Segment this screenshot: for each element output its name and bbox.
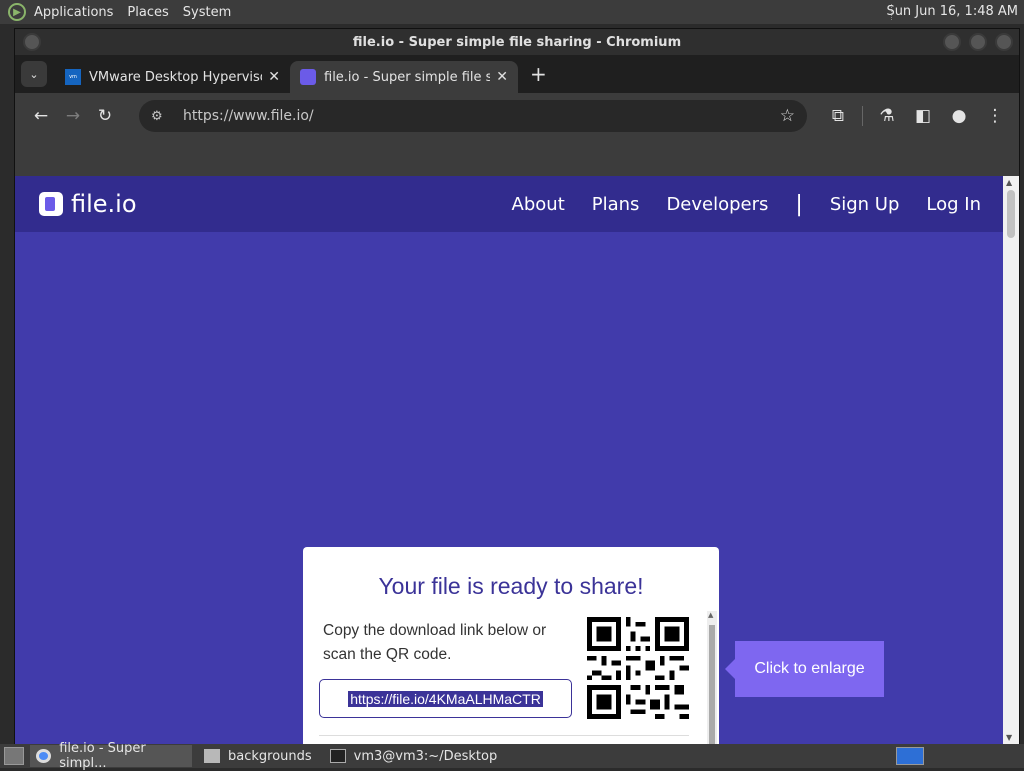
toolbar-separator: [862, 106, 863, 126]
side-panel-icon: ◧: [914, 106, 932, 126]
kebab-menu-icon: ⋮: [986, 106, 1004, 126]
url-text[interactable]: https://www.file.io/: [183, 108, 780, 124]
share-heading: Your file is ready to share!: [378, 573, 644, 599]
card-scroll-thumb[interactable]: [709, 625, 715, 744]
nav-log-in[interactable]: Log In: [926, 194, 981, 215]
window-titlebar[interactable]: file.io - Super simple file sharing - Ch…: [15, 29, 1019, 55]
task-label: vm3@vm3:~/Desktop: [353, 748, 498, 764]
flask-icon: ⚗: [879, 106, 895, 126]
arrow-left-icon: ←: [33, 106, 49, 126]
vmware-favicon-icon: vm: [65, 69, 81, 85]
nav-plans[interactable]: Plans: [592, 194, 640, 215]
scroll-up-icon[interactable]: ▲: [708, 611, 713, 619]
task-label: file.io - Super simpl...: [59, 741, 146, 771]
nav-divider: |: [795, 191, 803, 217]
address-bar[interactable]: ⚙ https://www.file.io/ ☆: [139, 100, 807, 132]
qr-code[interactable]: [587, 617, 689, 719]
forward-button[interactable]: →: [57, 100, 89, 132]
tray-chromium-icon[interactable]: [896, 747, 924, 765]
os-logo-icon[interactable]: ▶: [8, 3, 26, 21]
avatar-icon: ●: [951, 106, 967, 126]
window-title: file.io - Super simple file sharing - Ch…: [352, 34, 682, 50]
page-scrollbar[interactable]: ▲ ▼: [1003, 176, 1019, 744]
download-link-field[interactable]: https://file.io/4KMaALHMaCTR: [319, 679, 572, 718]
nav-sign-up[interactable]: Sign Up: [830, 194, 900, 215]
minimize-button[interactable]: [943, 33, 961, 51]
labs-button[interactable]: ⚗: [871, 100, 903, 132]
window-menu-button[interactable]: [23, 33, 41, 51]
browser-window: file.io - Super simple file sharing - Ch…: [14, 28, 1020, 744]
tab-fileio[interactable]: file.io - Super simple file sha ✕: [290, 61, 518, 93]
site-settings-icon[interactable]: ⚙: [151, 109, 173, 124]
terminal-icon: [329, 749, 346, 763]
page-viewport: file.io About Plans Developers | Sign Up…: [15, 176, 1005, 744]
puzzle-icon: ⧉: [831, 106, 845, 126]
show-desktop-button[interactable]: [4, 747, 24, 765]
tab-strip: ⌄ vm VMware Desktop Hypervisor ✕ file.io…: [15, 55, 1019, 93]
taskbar-item-backgrounds[interactable]: backgrounds: [198, 745, 318, 767]
new-tab-button[interactable]: +: [530, 62, 547, 86]
card-scrollbar[interactable]: ▲: [707, 611, 717, 744]
bottom-taskbar: file.io - Super simpl... backgrounds vm3…: [0, 741, 1024, 771]
share-instruction: Copy the download link below or scan the…: [323, 622, 547, 663]
maximize-button[interactable]: [969, 33, 987, 51]
taskbar-item-terminal[interactable]: vm3@vm3:~/Desktop: [324, 745, 504, 767]
card-divider: [319, 735, 689, 736]
tab-search-button[interactable]: ⌄: [21, 61, 47, 87]
taskbar-item-chromium[interactable]: file.io - Super simpl...: [30, 741, 192, 771]
extensions-button[interactable]: ⧉: [822, 100, 854, 132]
side-panel-button[interactable]: ◧: [907, 100, 939, 132]
back-button[interactable]: ←: [25, 100, 57, 132]
top-panel: ▶ Applications Places System Sun Jun 16,…: [0, 0, 1024, 24]
task-label: backgrounds: [228, 748, 312, 764]
chromium-icon: [36, 749, 52, 763]
close-window-button[interactable]: [995, 33, 1013, 51]
tab-title: file.io - Super simple file sha: [324, 69, 491, 85]
tab-title: VMware Desktop Hypervisor: [89, 69, 263, 85]
folder-icon: [204, 749, 220, 763]
close-icon[interactable]: ✕: [268, 69, 280, 85]
fileio-logo-icon: [39, 192, 63, 216]
arrow-right-icon: →: [65, 106, 81, 126]
reload-icon: ↻: [97, 106, 113, 126]
clock[interactable]: Sun Jun 16, 1:48 AM: [886, 4, 1018, 19]
applications-menu[interactable]: Applications: [34, 5, 113, 20]
browser-toolbar: ← → ↻ ⚙ https://www.file.io/ ☆ ⧉ ⚗ ◧ ● ⋮: [15, 93, 1019, 139]
places-menu[interactable]: Places: [127, 5, 168, 20]
download-link-text[interactable]: https://file.io/4KMaALHMaCTR: [348, 690, 543, 707]
nav-developers[interactable]: Developers: [666, 194, 768, 215]
nav-about[interactable]: About: [512, 194, 565, 215]
bookmark-star-icon[interactable]: ☆: [780, 106, 795, 126]
scroll-down-icon[interactable]: ▼: [1006, 733, 1012, 742]
system-menu[interactable]: System: [183, 5, 231, 20]
profile-button[interactable]: ●: [943, 100, 975, 132]
close-icon[interactable]: ✕: [496, 69, 508, 85]
chevron-down-icon: ⌄: [29, 67, 39, 81]
brand-logo[interactable]: file.io: [39, 190, 137, 218]
site-header: file.io About Plans Developers | Sign Up…: [15, 176, 1005, 232]
fileio-favicon-icon: [300, 69, 316, 85]
site-nav: About Plans Developers | Sign Up Log In: [512, 176, 981, 232]
reload-button[interactable]: ↻: [89, 100, 121, 132]
tab-vmware[interactable]: vm VMware Desktop Hypervisor ✕: [55, 61, 290, 93]
menu-button[interactable]: ⋮: [979, 100, 1011, 132]
scroll-up-icon[interactable]: ▲: [1006, 178, 1012, 187]
brand-name: file.io: [71, 190, 137, 218]
page-scroll-thumb[interactable]: [1007, 190, 1015, 238]
enlarge-tooltip: Click to enlarge: [725, 641, 884, 697]
share-card: Your file is ready to share! Copy the do…: [303, 547, 719, 744]
